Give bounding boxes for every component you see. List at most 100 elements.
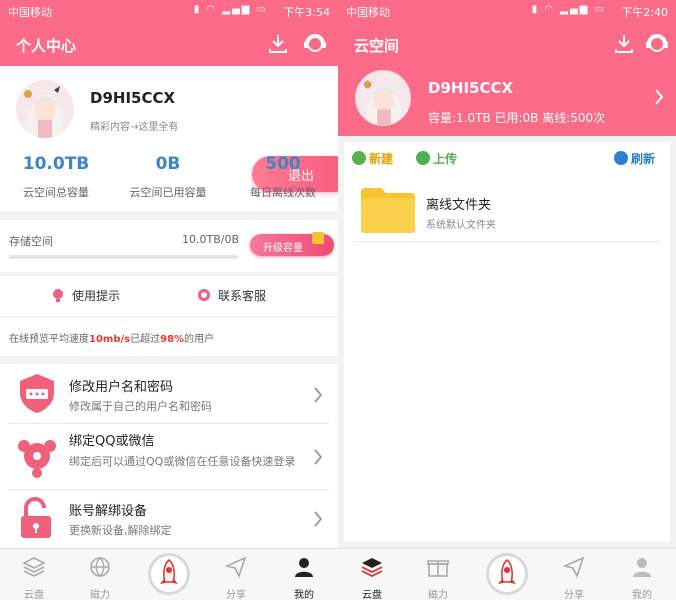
stat-value: 500 bbox=[265, 154, 301, 174]
stat-offline-count: 500 每日离线次数 bbox=[227, 154, 338, 200]
tab-magnet[interactable]: 磁力 bbox=[80, 555, 120, 600]
tab-share[interactable]: 分享 bbox=[216, 555, 256, 600]
rocket-button[interactable] bbox=[148, 553, 190, 595]
clock: 下午2:40 bbox=[621, 6, 668, 19]
user-icon bbox=[633, 558, 651, 577]
tab-label: 磁力 bbox=[428, 590, 448, 600]
upload-button[interactable]: 上传 bbox=[416, 150, 457, 167]
stat-value: 10.0TB bbox=[22, 154, 90, 174]
tab-label: 我的 bbox=[632, 590, 652, 600]
list-item-bind-account[interactable]: 绑定QQ或微信 绑定后可以通过QQ或微信在任意设备快速登录 bbox=[0, 424, 338, 488]
speed-value: 10mb/s bbox=[89, 334, 131, 345]
folder-name: 离线文件夹 bbox=[426, 198, 492, 213]
file-panel: 新建 上传 刷新 离线文件夹 系统默认文件夹 bbox=[344, 142, 670, 542]
storage-label: 存储空间 bbox=[9, 235, 53, 248]
list-item-unbind-device[interactable]: 账号解绑设备 更换新设备,解除绑定 bbox=[0, 490, 338, 548]
speed-info: 在线预览平均速度10mb/s已超过98%的用户 bbox=[0, 318, 338, 356]
tab-magnet[interactable]: 磁力 bbox=[418, 555, 458, 600]
stat-caption: 云空间已用容量 bbox=[129, 186, 207, 199]
list-item-subtitle: 绑定后可以通过QQ或微信在任意设备快速登录 bbox=[69, 455, 296, 468]
globe-icon bbox=[90, 557, 110, 577]
contact-label: 联系客服 bbox=[218, 289, 267, 303]
rocket-icon bbox=[498, 559, 516, 584]
upload-label: 上传 bbox=[433, 152, 458, 166]
account-header[interactable]: D9HI5CCX 容量:1.0TB 已用:0B 离线:500次 bbox=[338, 66, 676, 136]
contact-service-button[interactable]: 联系客服 bbox=[196, 287, 266, 304]
agent-icon bbox=[198, 289, 210, 301]
anime-avatar-icon bbox=[356, 71, 410, 125]
status-bar: 中国移动 ▮ ◠ ▂▄▆ ▭ 下午2:40 bbox=[338, 0, 676, 22]
stat-used-capacity: 0B 云空间已用容量 bbox=[112, 154, 224, 200]
tab-label: 我的 bbox=[294, 590, 314, 600]
profile-screen: 中国移动 ▮ ◠ ▂▄▆ ▭ 下午3:54 个人中心 D9HI5CCX 精彩内容… bbox=[0, 0, 338, 600]
slogan: 精彩内容→这里全有 bbox=[90, 122, 179, 133]
usage-tip-label: 使用提示 bbox=[72, 289, 121, 303]
lightbulb-icon bbox=[53, 289, 63, 302]
carrier-label: 中国移动 bbox=[346, 6, 390, 19]
upgrade-capacity-button[interactable]: 升级容量 bbox=[250, 232, 334, 256]
page-title: 个人中心 bbox=[16, 37, 77, 55]
rocket-icon bbox=[160, 559, 178, 584]
tab-label: 分享 bbox=[226, 590, 246, 600]
paper-plane-icon bbox=[562, 556, 585, 579]
list-item-change-credentials[interactable]: 修改用户名和密码 修改属于自己的用户名和密码 bbox=[0, 364, 338, 422]
list-item-title: 修改用户名和密码 bbox=[69, 380, 174, 395]
speed-suffix: 的用户 bbox=[184, 334, 215, 345]
customer-service-icon[interactable] bbox=[644, 32, 670, 56]
speed-text: 在线预览平均速度10mb/s已超过98%的用户 bbox=[9, 330, 214, 345]
speed-middle: 已超过 bbox=[130, 334, 161, 345]
stat-caption: 每日离线次数 bbox=[250, 186, 316, 199]
username: D9HI5CCX bbox=[428, 79, 514, 97]
folder-desc: 系统默认文件夹 bbox=[426, 220, 496, 231]
unlock-icon bbox=[21, 497, 51, 538]
download-icon[interactable] bbox=[612, 32, 636, 56]
upgrade-label: 升级容量 bbox=[263, 243, 303, 254]
folder-icon bbox=[361, 188, 415, 233]
avatar bbox=[355, 70, 411, 126]
customer-service-icon[interactable] bbox=[302, 32, 328, 56]
usage-tip-button[interactable]: 使用提示 bbox=[50, 287, 120, 304]
settings-list: 修改用户名和密码 修改属于自己的用户名和密码 绑定QQ或微信 绑定后可以通过QQ… bbox=[0, 364, 338, 548]
paper-plane-icon bbox=[224, 556, 247, 579]
tab-label: 磁力 bbox=[90, 590, 110, 600]
layers-icon bbox=[361, 558, 383, 578]
refresh-label: 刷新 bbox=[631, 152, 656, 166]
system-icons: ▮ ◠ ▂▄▆ ▭ bbox=[531, 4, 606, 15]
tab-share[interactable]: 分享 bbox=[554, 555, 594, 600]
tab-mine[interactable]: 我的 bbox=[622, 555, 662, 600]
download-icon[interactable] bbox=[266, 32, 290, 56]
tab-label: 分享 bbox=[564, 590, 584, 600]
tab-cloud-disk[interactable]: 云盘 bbox=[14, 555, 54, 600]
tab-label: 云盘 bbox=[24, 590, 44, 600]
quota-summary: 容量:1.0TB 已用:0B 离线:500次 bbox=[428, 111, 606, 125]
speed-percent: 98% bbox=[160, 334, 185, 345]
avatar[interactable] bbox=[16, 80, 74, 138]
rocket-button[interactable] bbox=[486, 553, 528, 595]
storage-progress-bar bbox=[9, 255, 238, 259]
stat-caption: 云空间总容量 bbox=[23, 186, 89, 199]
refresh-button[interactable]: 刷新 bbox=[614, 150, 655, 167]
user-icon bbox=[295, 558, 313, 577]
new-button[interactable]: 新建 bbox=[352, 150, 393, 167]
tab-cloud-disk[interactable]: 云盘 bbox=[352, 555, 392, 600]
upload-cloud-icon bbox=[416, 151, 430, 165]
status-bar: 中国移动 ▮ ◠ ▂▄▆ ▭ 下午3:54 bbox=[0, 0, 338, 22]
refresh-icon bbox=[614, 151, 628, 165]
gift-icon bbox=[427, 560, 449, 577]
new-folder-icon bbox=[352, 151, 366, 165]
chevron-right-icon bbox=[314, 449, 323, 465]
list-item[interactable]: 离线文件夹 系统默认文件夹 bbox=[354, 180, 660, 242]
anime-avatar-icon bbox=[16, 80, 74, 138]
chevron-right-icon bbox=[314, 511, 323, 527]
cloud-space-screen: 中国移动 ▮ ◠ ▂▄▆ ▭ 下午2:40 云空间 D9HI5CCX 容量:1.… bbox=[338, 0, 676, 600]
upgrade-arrow-icon bbox=[312, 232, 324, 244]
chevron-right-icon bbox=[314, 387, 323, 403]
speed-prefix: 在线预览平均速度 bbox=[9, 334, 89, 345]
tips-row: 使用提示 联系客服 bbox=[0, 276, 338, 316]
tab-mine[interactable]: 我的 bbox=[284, 555, 324, 600]
chevron-right-icon bbox=[655, 89, 664, 105]
list-item-subtitle: 修改属于自己的用户名和密码 bbox=[69, 400, 212, 413]
list-item-subtitle: 更换新设备,解除绑定 bbox=[69, 524, 172, 537]
list-item-title: 账号解绑设备 bbox=[69, 504, 148, 519]
shield-password-icon bbox=[20, 374, 54, 413]
